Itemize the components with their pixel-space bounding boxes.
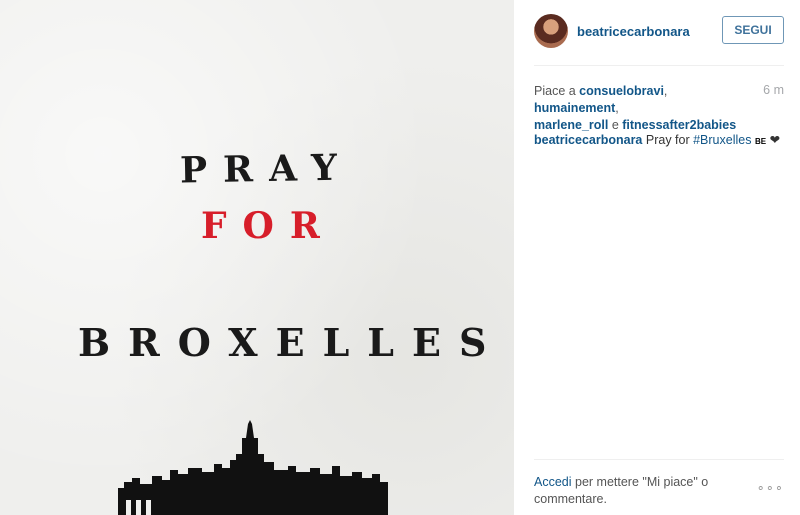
city-skyline-silhouette bbox=[118, 420, 388, 515]
likes-conjunction: e bbox=[608, 118, 623, 132]
login-prompt: Accedi per mettere "Mi piace" o commenta… bbox=[534, 474, 734, 508]
likes-summary: Piace a consuelobravi, humainement, marle… bbox=[534, 83, 754, 134]
likes-prefix: Piace a bbox=[534, 84, 580, 98]
liker-link[interactable]: consuelobravi bbox=[579, 84, 664, 98]
login-link[interactable]: Accedi bbox=[534, 475, 572, 489]
caption-username-link[interactable]: beatricecarbonara bbox=[534, 133, 642, 147]
username-link[interactable]: beatricecarbonara bbox=[577, 24, 690, 39]
divider bbox=[534, 459, 784, 460]
avatar[interactable] bbox=[534, 14, 568, 48]
likes-separator: , bbox=[615, 101, 619, 115]
more-options-icon[interactable]: ∘∘∘ bbox=[757, 480, 784, 496]
post-image[interactable]: PRAY FOR BROXELLES bbox=[0, 0, 514, 515]
post-sidebar: beatricecarbonara SEGUI Piace a consuelo… bbox=[514, 0, 800, 515]
divider bbox=[534, 65, 784, 66]
post-caption: beatricecarbonara Pray for #Bruxelles BE… bbox=[534, 132, 789, 150]
hashtag-link[interactable]: #Bruxelles bbox=[693, 133, 751, 147]
belgium-flag-emoji: BE bbox=[754, 137, 767, 146]
image-text-broxelles: BROXELLES bbox=[78, 320, 505, 365]
likes-separator: , bbox=[663, 84, 668, 98]
liker-link[interactable]: marlene_roll bbox=[534, 118, 608, 132]
liker-link[interactable]: fitnessafter2babies bbox=[622, 118, 736, 132]
heart-emoji: ❤ bbox=[769, 133, 781, 147]
post-timestamp[interactable]: 6 m bbox=[763, 83, 784, 97]
image-text-for: FOR bbox=[201, 205, 336, 247]
caption-text: Pray for bbox=[642, 133, 694, 147]
follow-button[interactable]: SEGUI bbox=[722, 16, 784, 44]
liker-link[interactable]: humainement bbox=[534, 101, 615, 115]
image-text-pray: PRAY bbox=[179, 146, 354, 192]
